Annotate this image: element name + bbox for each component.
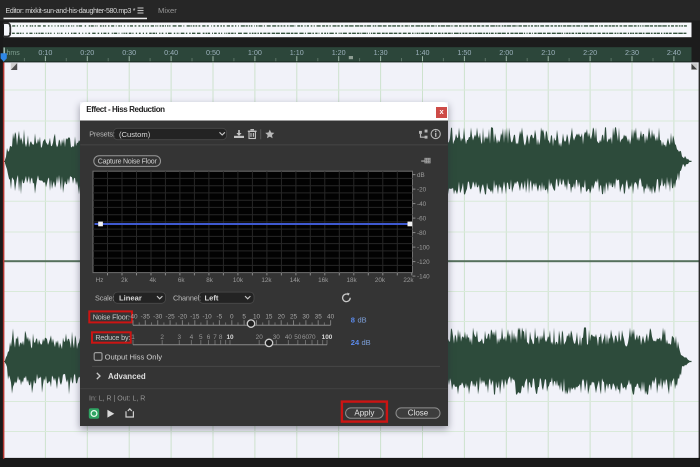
svg-text:Presets:: Presets: bbox=[89, 130, 115, 139]
svg-text:35: 35 bbox=[315, 314, 323, 321]
svg-text:-35: -35 bbox=[141, 314, 151, 321]
svg-text:-10: -10 bbox=[202, 314, 212, 321]
svg-text:100: 100 bbox=[322, 334, 333, 341]
svg-text:8: 8 bbox=[351, 316, 355, 325]
svg-text:Advanced: Advanced bbox=[108, 372, 146, 381]
svg-text:20: 20 bbox=[256, 334, 264, 341]
svg-text:-30: -30 bbox=[153, 314, 163, 321]
svg-text:-5: -5 bbox=[217, 314, 223, 321]
svg-text:50: 50 bbox=[294, 334, 302, 341]
svg-text:-20: -20 bbox=[417, 186, 427, 193]
svg-text:dB: dB bbox=[417, 172, 425, 179]
svg-text:-120: -120 bbox=[417, 259, 430, 266]
svg-text:25: 25 bbox=[290, 314, 298, 321]
svg-text:14k: 14k bbox=[290, 277, 301, 284]
svg-text:Channel:: Channel: bbox=[173, 293, 201, 302]
svg-text:6: 6 bbox=[207, 334, 211, 341]
svg-text:-25: -25 bbox=[165, 314, 175, 321]
svg-text:Reduce by:: Reduce by: bbox=[95, 333, 130, 342]
svg-text:Output Hiss Only: Output Hiss Only bbox=[105, 353, 163, 362]
svg-text:-20: -20 bbox=[178, 314, 188, 321]
svg-text:70: 70 bbox=[308, 334, 316, 341]
svg-text:8k: 8k bbox=[206, 277, 214, 284]
svg-text:12k: 12k bbox=[261, 277, 272, 284]
svg-text:Scale:: Scale: bbox=[95, 293, 115, 302]
svg-text:Close: Close bbox=[408, 409, 429, 418]
svg-text:Capture Noise Floor: Capture Noise Floor bbox=[98, 158, 158, 165]
svg-text:Apply: Apply bbox=[354, 409, 374, 418]
svg-text:Noise Floor:: Noise Floor: bbox=[93, 312, 130, 321]
svg-text:4k: 4k bbox=[149, 277, 157, 284]
svg-text:2: 2 bbox=[160, 334, 164, 341]
svg-text:10: 10 bbox=[253, 314, 261, 321]
svg-text:10k: 10k bbox=[233, 277, 244, 284]
svg-text:dB: dB bbox=[362, 338, 371, 347]
svg-text:Left: Left bbox=[205, 293, 219, 302]
svg-text:2k: 2k bbox=[121, 277, 129, 284]
svg-text:1: 1 bbox=[131, 334, 135, 341]
svg-text:-40: -40 bbox=[128, 314, 138, 321]
svg-text:40: 40 bbox=[327, 314, 335, 321]
svg-text:8: 8 bbox=[219, 334, 223, 341]
svg-text:10: 10 bbox=[226, 334, 234, 341]
svg-text:16k: 16k bbox=[318, 277, 329, 284]
svg-text:24: 24 bbox=[351, 338, 360, 347]
svg-text:-60: -60 bbox=[417, 215, 427, 222]
svg-text:5: 5 bbox=[199, 334, 203, 341]
svg-text:3: 3 bbox=[178, 334, 182, 341]
svg-text:30: 30 bbox=[273, 334, 281, 341]
svg-text:40: 40 bbox=[285, 334, 293, 341]
svg-text:30: 30 bbox=[302, 314, 310, 321]
svg-text:18k: 18k bbox=[347, 277, 358, 284]
svg-text:(Custom): (Custom) bbox=[119, 130, 151, 139]
svg-text:22k: 22k bbox=[403, 277, 414, 284]
svg-text:5: 5 bbox=[242, 314, 246, 321]
svg-text:-140: -140 bbox=[417, 273, 430, 280]
svg-text:-15: -15 bbox=[190, 314, 200, 321]
svg-text:-40: -40 bbox=[417, 201, 427, 208]
svg-text:4: 4 bbox=[190, 334, 194, 341]
svg-text:6k: 6k bbox=[178, 277, 186, 284]
svg-text:-100: -100 bbox=[417, 244, 430, 251]
svg-text:-80: -80 bbox=[417, 230, 427, 237]
svg-text:7: 7 bbox=[213, 334, 217, 341]
svg-text:Linear: Linear bbox=[119, 293, 142, 302]
svg-text:0: 0 bbox=[230, 314, 234, 321]
svg-text:Hz: Hz bbox=[96, 277, 104, 284]
svg-text:15: 15 bbox=[265, 314, 273, 321]
svg-text:dB: dB bbox=[358, 316, 367, 325]
svg-text:20: 20 bbox=[278, 314, 286, 321]
svg-text:In: L, R | Out: L, R: In: L, R | Out: L, R bbox=[89, 395, 145, 402]
svg-text:20k: 20k bbox=[375, 277, 386, 284]
